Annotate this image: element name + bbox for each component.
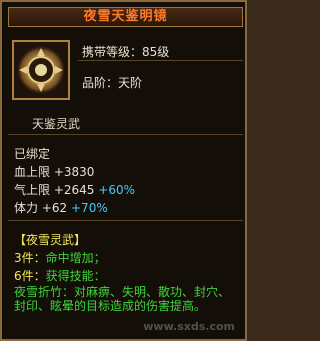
set-bonus-6-text: 获得技能：	[45, 269, 106, 283]
carry-level: 携带等级：85级	[82, 43, 169, 60]
item-name: 夜雪天鉴明镜	[8, 7, 243, 27]
info-divider	[78, 60, 243, 61]
stat-row: 体力 +62 +70%	[14, 199, 108, 216]
item-grade: 品阶：天阶	[82, 74, 142, 91]
item-icon-frame	[12, 40, 70, 100]
set-bonus-3: 3件：命中增加；	[14, 249, 106, 266]
section-divider	[8, 134, 243, 135]
grade-value: 天阶	[118, 76, 143, 90]
stat-row: 血上限 +3830	[14, 163, 94, 180]
set-title: 【夜雪灵武】	[14, 233, 87, 247]
bound-status: 已绑定	[14, 147, 51, 161]
stat-value: +3830	[53, 165, 95, 179]
item-tooltip: 夜雪天鉴明镜 携带等级：85级 品阶：天阶 天鉴灵武 已绑定 血上限 +3830…	[0, 0, 247, 341]
stat-label: 气上限	[14, 183, 51, 197]
carry-level-value: 85级	[142, 45, 170, 59]
item-subtitle: 天鉴灵武	[32, 117, 81, 131]
set-bonus-6: 6件：获得技能：	[14, 267, 106, 284]
grade-label: 品阶：	[82, 76, 119, 90]
stat-label: 血上限	[14, 165, 51, 179]
set-bonus-6-label: 6件：	[14, 269, 46, 283]
stat-label: 体力	[14, 201, 39, 215]
mirror-emblem-icon	[18, 47, 64, 93]
stat-extra: +60%	[98, 183, 135, 197]
set-bonus-3-text: 命中增加；	[45, 251, 106, 265]
set-bonus-3-label: 3件：	[14, 251, 46, 265]
stat-value: +2645	[53, 183, 95, 197]
set-skill-text: 夜雪折竹：对麻痹、失明、散功、封穴、封印、眩晕的目标造成的伤害提高。	[14, 285, 231, 313]
stat-row: 气上限 +2645 +60%	[14, 181, 135, 198]
carry-level-label: 携带等级：	[82, 45, 143, 59]
stat-value: +62	[41, 201, 68, 215]
set-divider	[8, 220, 243, 221]
watermark: www.sxds.com	[143, 320, 235, 333]
stat-extra: +70%	[71, 201, 108, 215]
